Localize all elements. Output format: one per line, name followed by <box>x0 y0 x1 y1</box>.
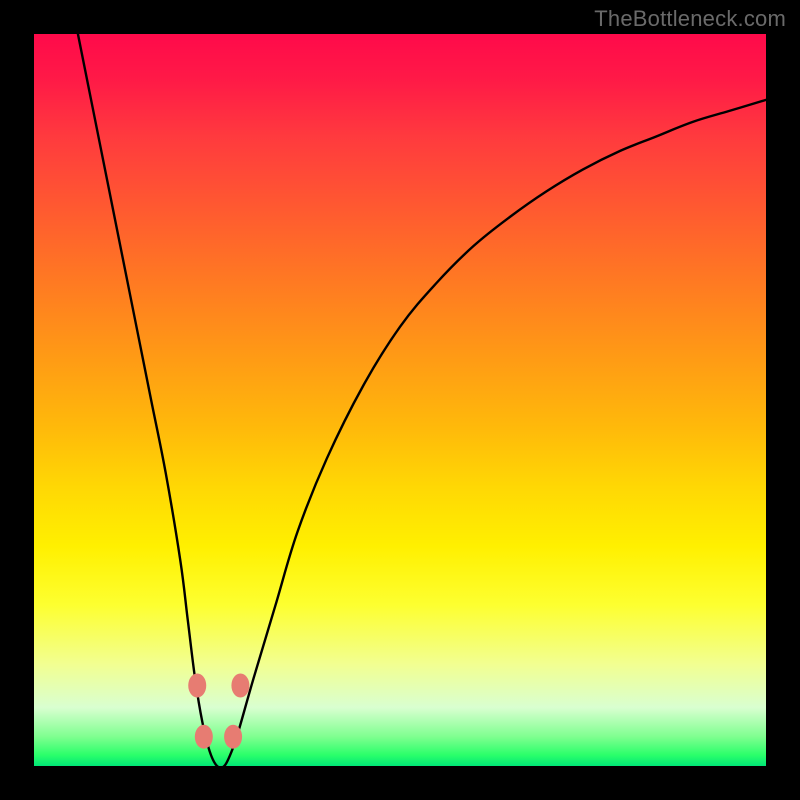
curve-marker <box>188 673 206 697</box>
curve-marker <box>224 725 242 749</box>
bottleneck-curve <box>78 34 766 768</box>
chart-frame: TheBottleneck.com <box>0 0 800 800</box>
watermark-text: TheBottleneck.com <box>594 6 786 32</box>
plot-area <box>34 34 766 766</box>
curve-layer <box>34 34 766 766</box>
curve-markers <box>188 673 249 748</box>
curve-marker <box>195 725 213 749</box>
curve-marker <box>231 673 249 697</box>
